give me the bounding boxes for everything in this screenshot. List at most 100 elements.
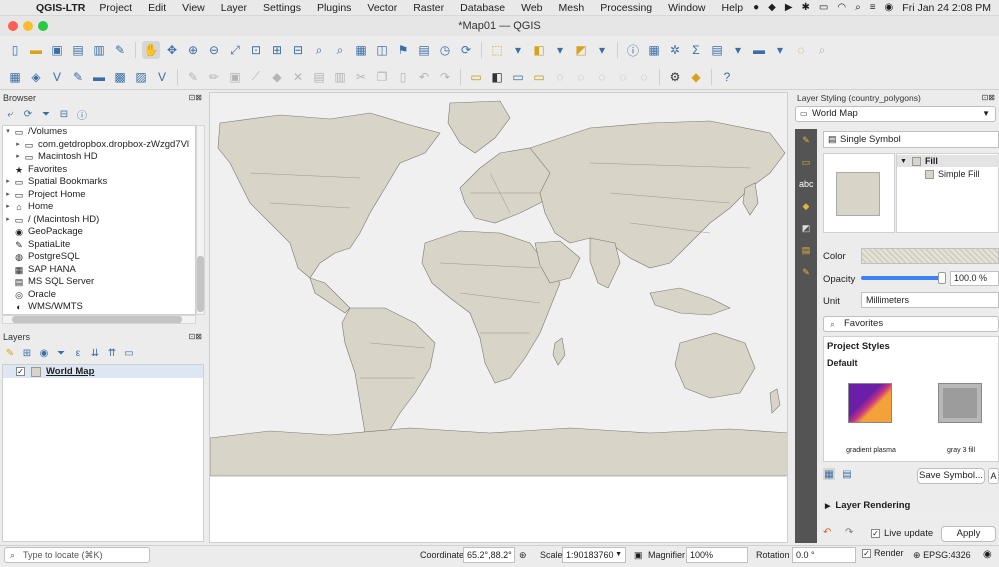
table-menu-icon[interactable]: ▾ xyxy=(729,41,747,59)
open-table-icon[interactable]: ▤ xyxy=(708,41,726,59)
temporal-controller-icon[interactable]: ◷ xyxy=(436,41,454,59)
remove-layer-icon[interactable]: ▭ xyxy=(123,347,135,359)
browser-item[interactable]: ▸ ▭ com.getdropbox.dropbox-zWzgd7Vl xyxy=(3,139,195,152)
icon-view-icon[interactable]: ▦ xyxy=(823,468,835,480)
locator-search[interactable]: ⌕ Type to locate (⌘K) xyxy=(4,547,150,563)
add-feature-icon[interactable]: ◆ xyxy=(268,68,286,86)
zoom-out-icon[interactable]: ⊖ xyxy=(205,41,223,59)
bluetooth-icon[interactable]: ✱ xyxy=(802,2,810,13)
spotlight-icon[interactable]: ⌕ xyxy=(855,2,861,13)
refresh-icon[interactable]: ⟳ xyxy=(457,41,475,59)
scale-dropdown[interactable]: 1:90183760 ▼ xyxy=(562,547,626,563)
filter-icon[interactable]: ⏷ xyxy=(40,108,52,120)
label-toolbar-icon[interactable]: ▭ xyxy=(467,68,485,86)
menu-view[interactable]: View xyxy=(182,2,205,14)
select-value-icon[interactable]: ▾ xyxy=(509,41,527,59)
browser-item[interactable]: ▸ ▭ Project Home xyxy=(3,189,195,202)
crs-button[interactable]: ⊕ EPSG:4326 xyxy=(913,550,971,561)
add-vector-layer-icon[interactable]: V xyxy=(48,68,66,86)
panel-float-close-icon[interactable]: ⊡⊠ xyxy=(189,331,202,343)
show-hide-labels-icon[interactable]: ◌ xyxy=(551,68,569,86)
history-tab-icon[interactable]: ▤ xyxy=(799,243,813,257)
layout-manager-icon[interactable]: ▥ xyxy=(90,41,108,59)
gray-3-fill-style[interactable] xyxy=(938,383,982,423)
menu-window[interactable]: Window xyxy=(668,2,705,14)
layer-diagram-icon[interactable]: ◧ xyxy=(488,68,506,86)
python-console-icon[interactable]: ◆ xyxy=(687,68,705,86)
save-edits-icon[interactable]: ▣ xyxy=(226,68,244,86)
symbol-tree-simple-fill[interactable]: Simple Fill xyxy=(925,168,999,180)
maximize-window-button[interactable] xyxy=(38,21,48,31)
move-label-icon[interactable]: ◌ xyxy=(572,68,590,86)
browser-item[interactable]: ▦ SAP HANA xyxy=(3,264,195,277)
toggle-editing-icon[interactable]: ✏ xyxy=(205,68,223,86)
add-virtual-layer-icon[interactable]: V xyxy=(153,68,171,86)
browser-item[interactable]: ◐ WMS/WMTS xyxy=(3,301,195,314)
browser-item[interactable]: ★ Favorites xyxy=(3,164,195,177)
zoom-selection-icon[interactable]: ⊡ xyxy=(247,41,265,59)
minimize-window-button[interactable] xyxy=(23,21,33,31)
opacity-spinbox[interactable]: 100.0 % xyxy=(950,271,999,286)
statistics-icon[interactable]: Σ xyxy=(687,41,705,59)
manage-visibility-icon[interactable]: ◉ xyxy=(38,347,50,359)
browser-vertical-scroll-thumb[interactable] xyxy=(197,256,204,312)
expand-arrow-icon[interactable]: ▸ xyxy=(3,201,13,214)
browser-item[interactable]: ▸ ▭ Macintosh HD xyxy=(3,151,195,164)
help-icon[interactable]: ? xyxy=(718,68,736,86)
vertex-tool-icon[interactable]: ✕ xyxy=(289,68,307,86)
deselect-menu-icon[interactable]: ▾ xyxy=(593,41,611,59)
menu-layer[interactable]: Layer xyxy=(221,2,247,14)
menu-settings[interactable]: Settings xyxy=(263,2,301,14)
layer-visibility-checkbox[interactable]: ✓ xyxy=(16,367,25,376)
advanced-button[interactable]: A xyxy=(988,468,999,484)
collapse-all-icon[interactable]: ⇈ xyxy=(106,347,118,359)
clock[interactable]: Fri Jan 24 2:08 PM xyxy=(902,2,991,14)
add-mesh-layer-icon[interactable]: ▬ xyxy=(90,68,108,86)
browser-horizontal-scroll-thumb[interactable] xyxy=(12,316,182,323)
expand-arrow-icon[interactable]: ▾ xyxy=(3,126,13,139)
live-update-checkbox[interactable]: ✓ xyxy=(871,529,880,538)
gradient-plasma-style[interactable] xyxy=(848,383,892,423)
current-edits-icon[interactable]: ✎ xyxy=(184,68,202,86)
zoom-next-icon[interactable]: ⌕ xyxy=(331,41,349,59)
measure-icon[interactable]: ▬ xyxy=(750,41,768,59)
filter-legend-icon[interactable]: ⏷ xyxy=(55,347,67,359)
paste-features-icon[interactable]: ▯ xyxy=(394,68,412,86)
style-layer-icon[interactable]: ✎ xyxy=(4,347,16,359)
layer-item-world-map[interactable]: ✓ World Map xyxy=(3,365,203,378)
menu-help[interactable]: Help xyxy=(722,2,744,14)
browser-item[interactable]: ▾ ▭ /Volumes xyxy=(3,126,195,139)
data-source-manager-icon[interactable]: ▦ xyxy=(6,68,24,86)
menu-project[interactable]: Project xyxy=(99,2,132,14)
browser-item[interactable]: ▸ ⌂ Home xyxy=(3,201,195,214)
new-geopackage-layer-icon[interactable]: ◈ xyxy=(27,68,45,86)
save-project-icon[interactable]: ▣ xyxy=(48,41,66,59)
undo-style-icon[interactable]: ↶ xyxy=(823,527,837,541)
attribute-table-icon[interactable]: ▦ xyxy=(645,41,663,59)
menu-processing[interactable]: Processing xyxy=(600,2,652,14)
new-project-icon[interactable]: ▯ xyxy=(6,41,24,59)
render-toggle[interactable]: ✓ Render xyxy=(862,548,904,558)
show-bookmarks-icon[interactable]: ▤ xyxy=(415,41,433,59)
browser-tree[interactable]: ▾ ▭/Volumes ▸ ▭ com.getdropbox.dropbox-zWzgd… xyxy=(2,125,196,315)
lock-scale-icon[interactable]: ▣ xyxy=(634,550,643,561)
diagrams-tab-icon[interactable]: ◩ xyxy=(799,221,813,235)
add-selected-icon[interactable]: ⤶ xyxy=(4,108,16,120)
siri-icon[interactable]: ◉ xyxy=(885,2,894,13)
browser-item[interactable]: ✎ SpatiaLite xyxy=(3,239,195,252)
control-center-icon[interactable]: ≡ xyxy=(870,2,876,13)
select-features-icon[interactable]: ⬚ xyxy=(488,41,506,59)
layer-rendering-section[interactable]: ▶ Layer Rendering xyxy=(825,500,910,511)
new-3d-view-icon[interactable]: ◫ xyxy=(373,41,391,59)
measure-menu-icon[interactable]: ▾ xyxy=(771,41,789,59)
expand-arrow-icon[interactable]: ▸ xyxy=(13,151,23,164)
menu-plugins[interactable]: Plugins xyxy=(317,2,351,14)
pan-to-selection-icon[interactable]: ✥ xyxy=(163,41,181,59)
modify-attributes-icon[interactable]: ▤ xyxy=(310,68,328,86)
undo-icon[interactable]: ↶ xyxy=(415,68,433,86)
opacity-slider[interactable] xyxy=(861,276,943,280)
battery-icon[interactable]: ▭ xyxy=(819,2,828,13)
rotate-label-icon[interactable]: ◌ xyxy=(593,68,611,86)
expand-arrow-icon[interactable]: ▸ xyxy=(13,139,23,152)
styling-horizontal-scrollbar[interactable] xyxy=(823,513,999,520)
